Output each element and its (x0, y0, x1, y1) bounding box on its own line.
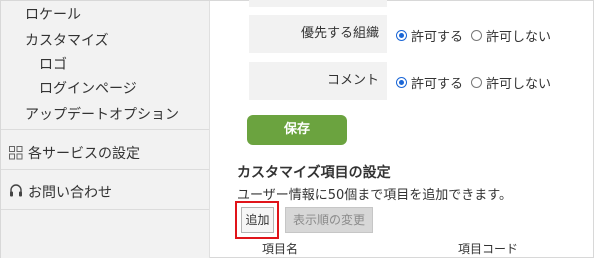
radio-group-comment: 許可する 許可しない (396, 73, 559, 92)
sidebar-item-service-settings[interactable]: 各サービスの設定 (28, 143, 140, 163)
sidebar-item-login-page[interactable]: ログインページ (39, 78, 137, 98)
field-label-comment: コメント (249, 62, 387, 100)
radio-label: 許可する (411, 30, 464, 45)
sidebar-item-update-options[interactable]: アップデートオプション (25, 104, 179, 124)
section-title: カスタマイズ項目の設定 (237, 165, 391, 181)
radio-comment-deny[interactable]: 許可しない (471, 73, 551, 92)
sidebar-item-customize[interactable]: カスタマイズ (25, 30, 109, 50)
radio-unchecked-icon (471, 77, 483, 88)
save-button[interactable]: 保存 (247, 115, 347, 145)
sidebar: ロケール カスタマイズ ロゴ ログインページ アップデートオプション 各サービス… (1, 1, 210, 258)
sidebar-divider (1, 129, 209, 130)
radio-label: 許可しない (486, 30, 552, 45)
add-button[interactable]: 追加 (241, 207, 274, 233)
grid-icon (9, 146, 23, 160)
sidebar-item-contact[interactable]: お問い合わせ (28, 182, 112, 202)
column-header-item-name: 項目名 (262, 242, 299, 256)
sidebar-divider (1, 209, 209, 210)
field-label-top-remnant (249, 0, 387, 7)
radio-label: 許可する (411, 77, 464, 92)
sidebar-item-locale[interactable]: ロケール (25, 4, 81, 24)
radio-priority-org-allow[interactable]: 許可する (396, 26, 463, 45)
field-label-priority-org: 優先する組織 (249, 15, 387, 53)
sidebar-item-logo[interactable]: ロゴ (39, 54, 67, 74)
radio-comment-allow[interactable]: 許可する (396, 73, 463, 92)
radio-unchecked-icon (471, 30, 483, 41)
headset-icon (10, 184, 22, 197)
radio-priority-org-deny[interactable]: 許可しない (471, 26, 551, 45)
change-order-button: 表示順の変更 (285, 207, 373, 233)
sidebar-divider (1, 169, 209, 170)
radio-checked-icon (396, 77, 407, 88)
radio-checked-icon (396, 30, 407, 41)
column-header-item-code: 項目コード (458, 242, 519, 256)
radio-label: 許可しない (486, 77, 552, 92)
radio-group-priority-org: 許可する 許可しない (396, 26, 559, 45)
